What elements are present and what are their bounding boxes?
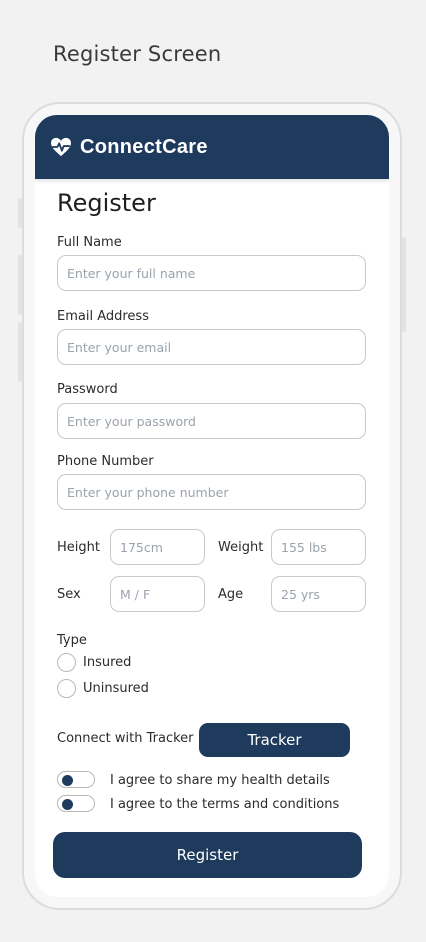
radio-insured[interactable]: Insured [57,653,131,672]
full-name-input[interactable] [57,255,366,291]
tracker-button[interactable]: Tracker [199,723,350,757]
phone-input[interactable] [57,474,366,510]
password-input[interactable] [57,403,366,439]
email-label: Email Address [57,309,149,324]
screen-caption: Register Screen [53,42,222,66]
email-input[interactable] [57,329,366,365]
toggle-knob [62,775,73,786]
toggle-knob [62,799,73,810]
terms-toggle[interactable] [57,795,95,812]
radio-label: Uninsured [83,681,149,696]
share-health-text: I agree to share my health details [110,773,330,788]
app-screen: ConnectCare Register Full Name Email Add… [35,115,389,897]
register-button[interactable]: Register [53,832,362,878]
radio-uninsured[interactable]: Uninsured [57,679,149,698]
full-name-label: Full Name [57,235,122,250]
app-title: ConnectCare [80,135,208,158]
type-label: Type [57,633,87,648]
heart-pulse-icon [50,136,72,158]
age-input[interactable] [271,576,366,612]
phone-side-button [18,255,22,315]
radio-button[interactable] [57,679,76,698]
phone-side-button [402,237,406,332]
weight-input[interactable] [271,529,366,565]
phone-side-button [18,198,22,228]
phone-side-button [18,322,22,382]
terms-text: I agree to the terms and conditions [110,797,340,812]
weight-label: Weight [218,540,264,555]
phone-label: Phone Number [57,454,154,469]
radio-label: Insured [83,655,132,670]
height-label: Height [57,540,100,555]
tracker-label: Connect with Tracker [57,731,194,746]
password-label: Password [57,382,118,397]
app-header: ConnectCare [35,115,389,179]
radio-button[interactable] [57,653,76,672]
page-title: Register [57,189,156,217]
share-health-toggle[interactable] [57,771,95,788]
age-label: Age [218,587,244,602]
sex-input[interactable] [110,576,205,612]
sex-label: Sex [57,587,81,602]
height-input[interactable] [110,529,205,565]
